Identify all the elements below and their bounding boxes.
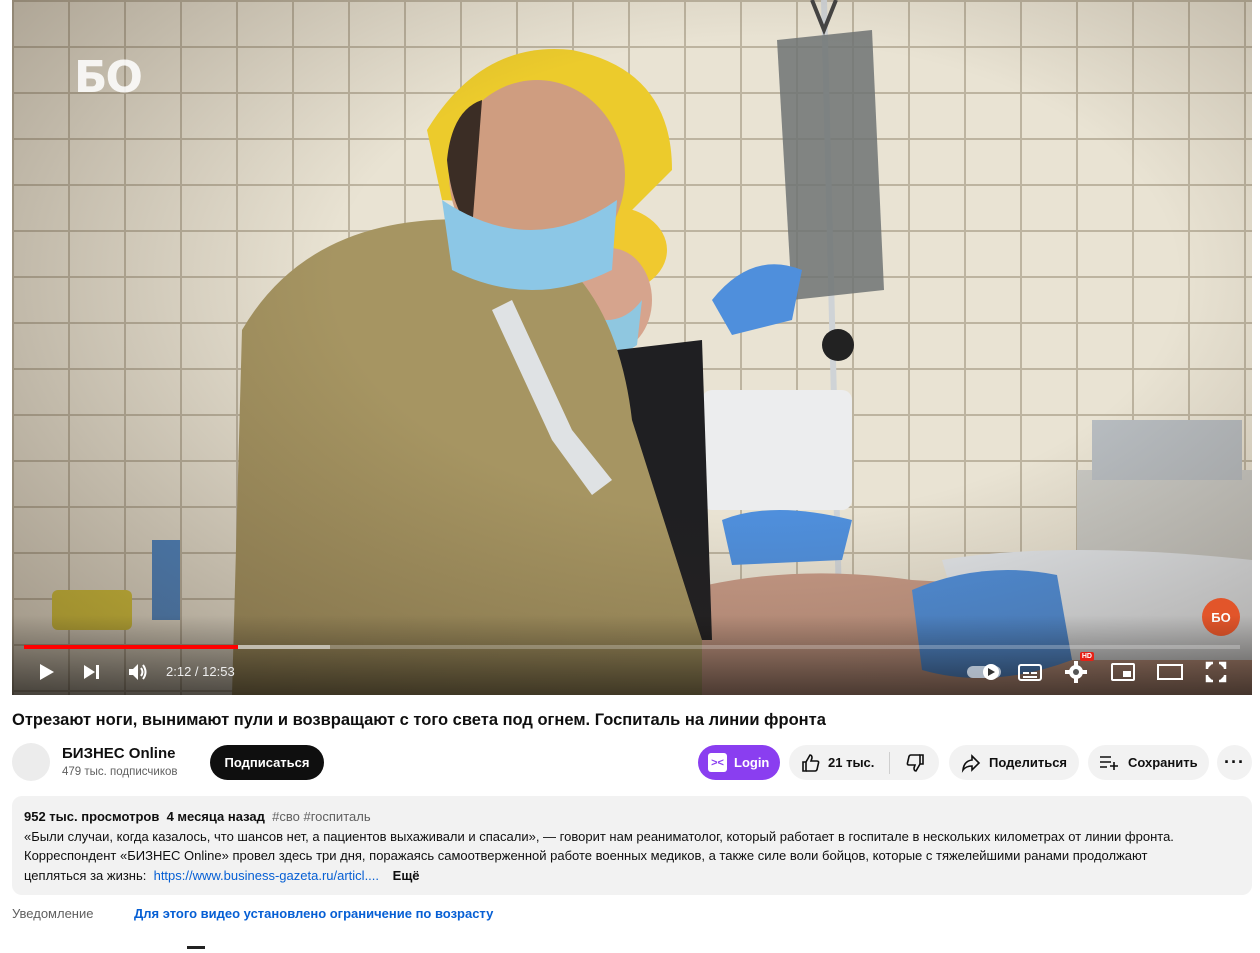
settings-icon [1065,661,1087,683]
next-icon [84,665,99,679]
broadcaster-watermark: БО [74,52,143,103]
thumbs-down-icon [906,753,924,772]
video-frame[interactable] [12,0,1252,695]
video-player[interactable]: БО БО 2:12 / 12:53 HD [12,0,1252,695]
show-more-button[interactable]: Ещё [393,868,420,883]
subscribe-button[interactable]: Подписаться [210,745,324,780]
progress-played [24,645,239,649]
miniplayer-button[interactable] [1107,656,1139,688]
hashtags[interactable]: #сво #госпиталь [272,809,370,824]
autoplay-toggle-icon [967,664,1001,680]
description-line-1: «Были случаи, когда казалось, что шансов… [24,828,1174,844]
time-display: 2:12 / 12:53 [166,664,235,679]
fullscreen-icon [1205,661,1227,683]
share-icon [961,753,981,773]
like-dislike-group: 21 тыс. [789,745,939,780]
video-vignette [12,0,1252,695]
progress-bar[interactable] [24,645,1240,649]
share-label: Поделиться [989,755,1068,770]
fullscreen-button[interactable] [1200,656,1232,688]
description-line-3: цепляться за жизнь: [24,867,147,883]
thumbs-up-icon [802,753,820,772]
play-button[interactable] [30,656,62,688]
age-restriction-notice[interactable]: Для этого видео установлено ограничение … [134,906,493,921]
volume-icon [129,664,147,680]
like-button[interactable]: 21 тыс. [789,745,889,780]
cut-off-content [187,946,205,949]
login-button[interactable]: >< Login [698,745,780,780]
settings-button[interactable]: HD [1060,652,1094,688]
subscriber-count: 479 тыс. подписчиков [62,766,178,778]
hd-badge: HD [1079,652,1094,661]
article-link[interactable]: https://www.business-gazeta.ru/articl...… [154,868,379,883]
theater-icon [1157,664,1183,680]
login-extension-icon: >< [708,753,727,772]
dislike-button[interactable] [890,745,939,780]
video-title: Отрезают ноги, вынимают пули и возвращаю… [12,711,826,729]
description-meta: 952 тыс. просмотров 4 месяца назад #сво … [24,807,1240,827]
autoplay-toggle[interactable] [964,656,1004,688]
save-button[interactable]: Сохранить [1088,745,1209,780]
description-line-2: Корреспондент «БИЗНЕС Online» провел зде… [24,848,1148,863]
channel-name[interactable]: БИЗНЕС Online [62,745,175,762]
description-line-3-row: цепляться за жизнь: https://www.business… [24,866,1240,886]
channel-avatar[interactable] [12,743,50,781]
more-actions-button[interactable]: ··· [1217,745,1252,780]
share-button[interactable]: Поделиться [949,745,1079,780]
add-to-playlist-icon [1100,755,1118,770]
next-button[interactable] [76,656,108,688]
upload-age: 4 месяца назад [166,809,265,824]
volume-button[interactable] [122,656,154,688]
view-count: 952 тыс. просмотров [24,809,160,824]
play-icon [40,664,54,680]
miniplayer-icon [1111,663,1135,681]
theater-mode-button[interactable] [1154,656,1186,688]
notice-label: Уведомление [12,906,94,921]
subtitles-button[interactable] [1014,656,1046,688]
description-box[interactable]: 952 тыс. просмотров 4 месяца назад #сво … [12,796,1252,895]
login-label: Login [734,755,770,770]
subtitles-icon [1018,664,1042,681]
save-label: Сохранить [1128,755,1198,770]
like-count: 21 тыс. [828,755,875,770]
